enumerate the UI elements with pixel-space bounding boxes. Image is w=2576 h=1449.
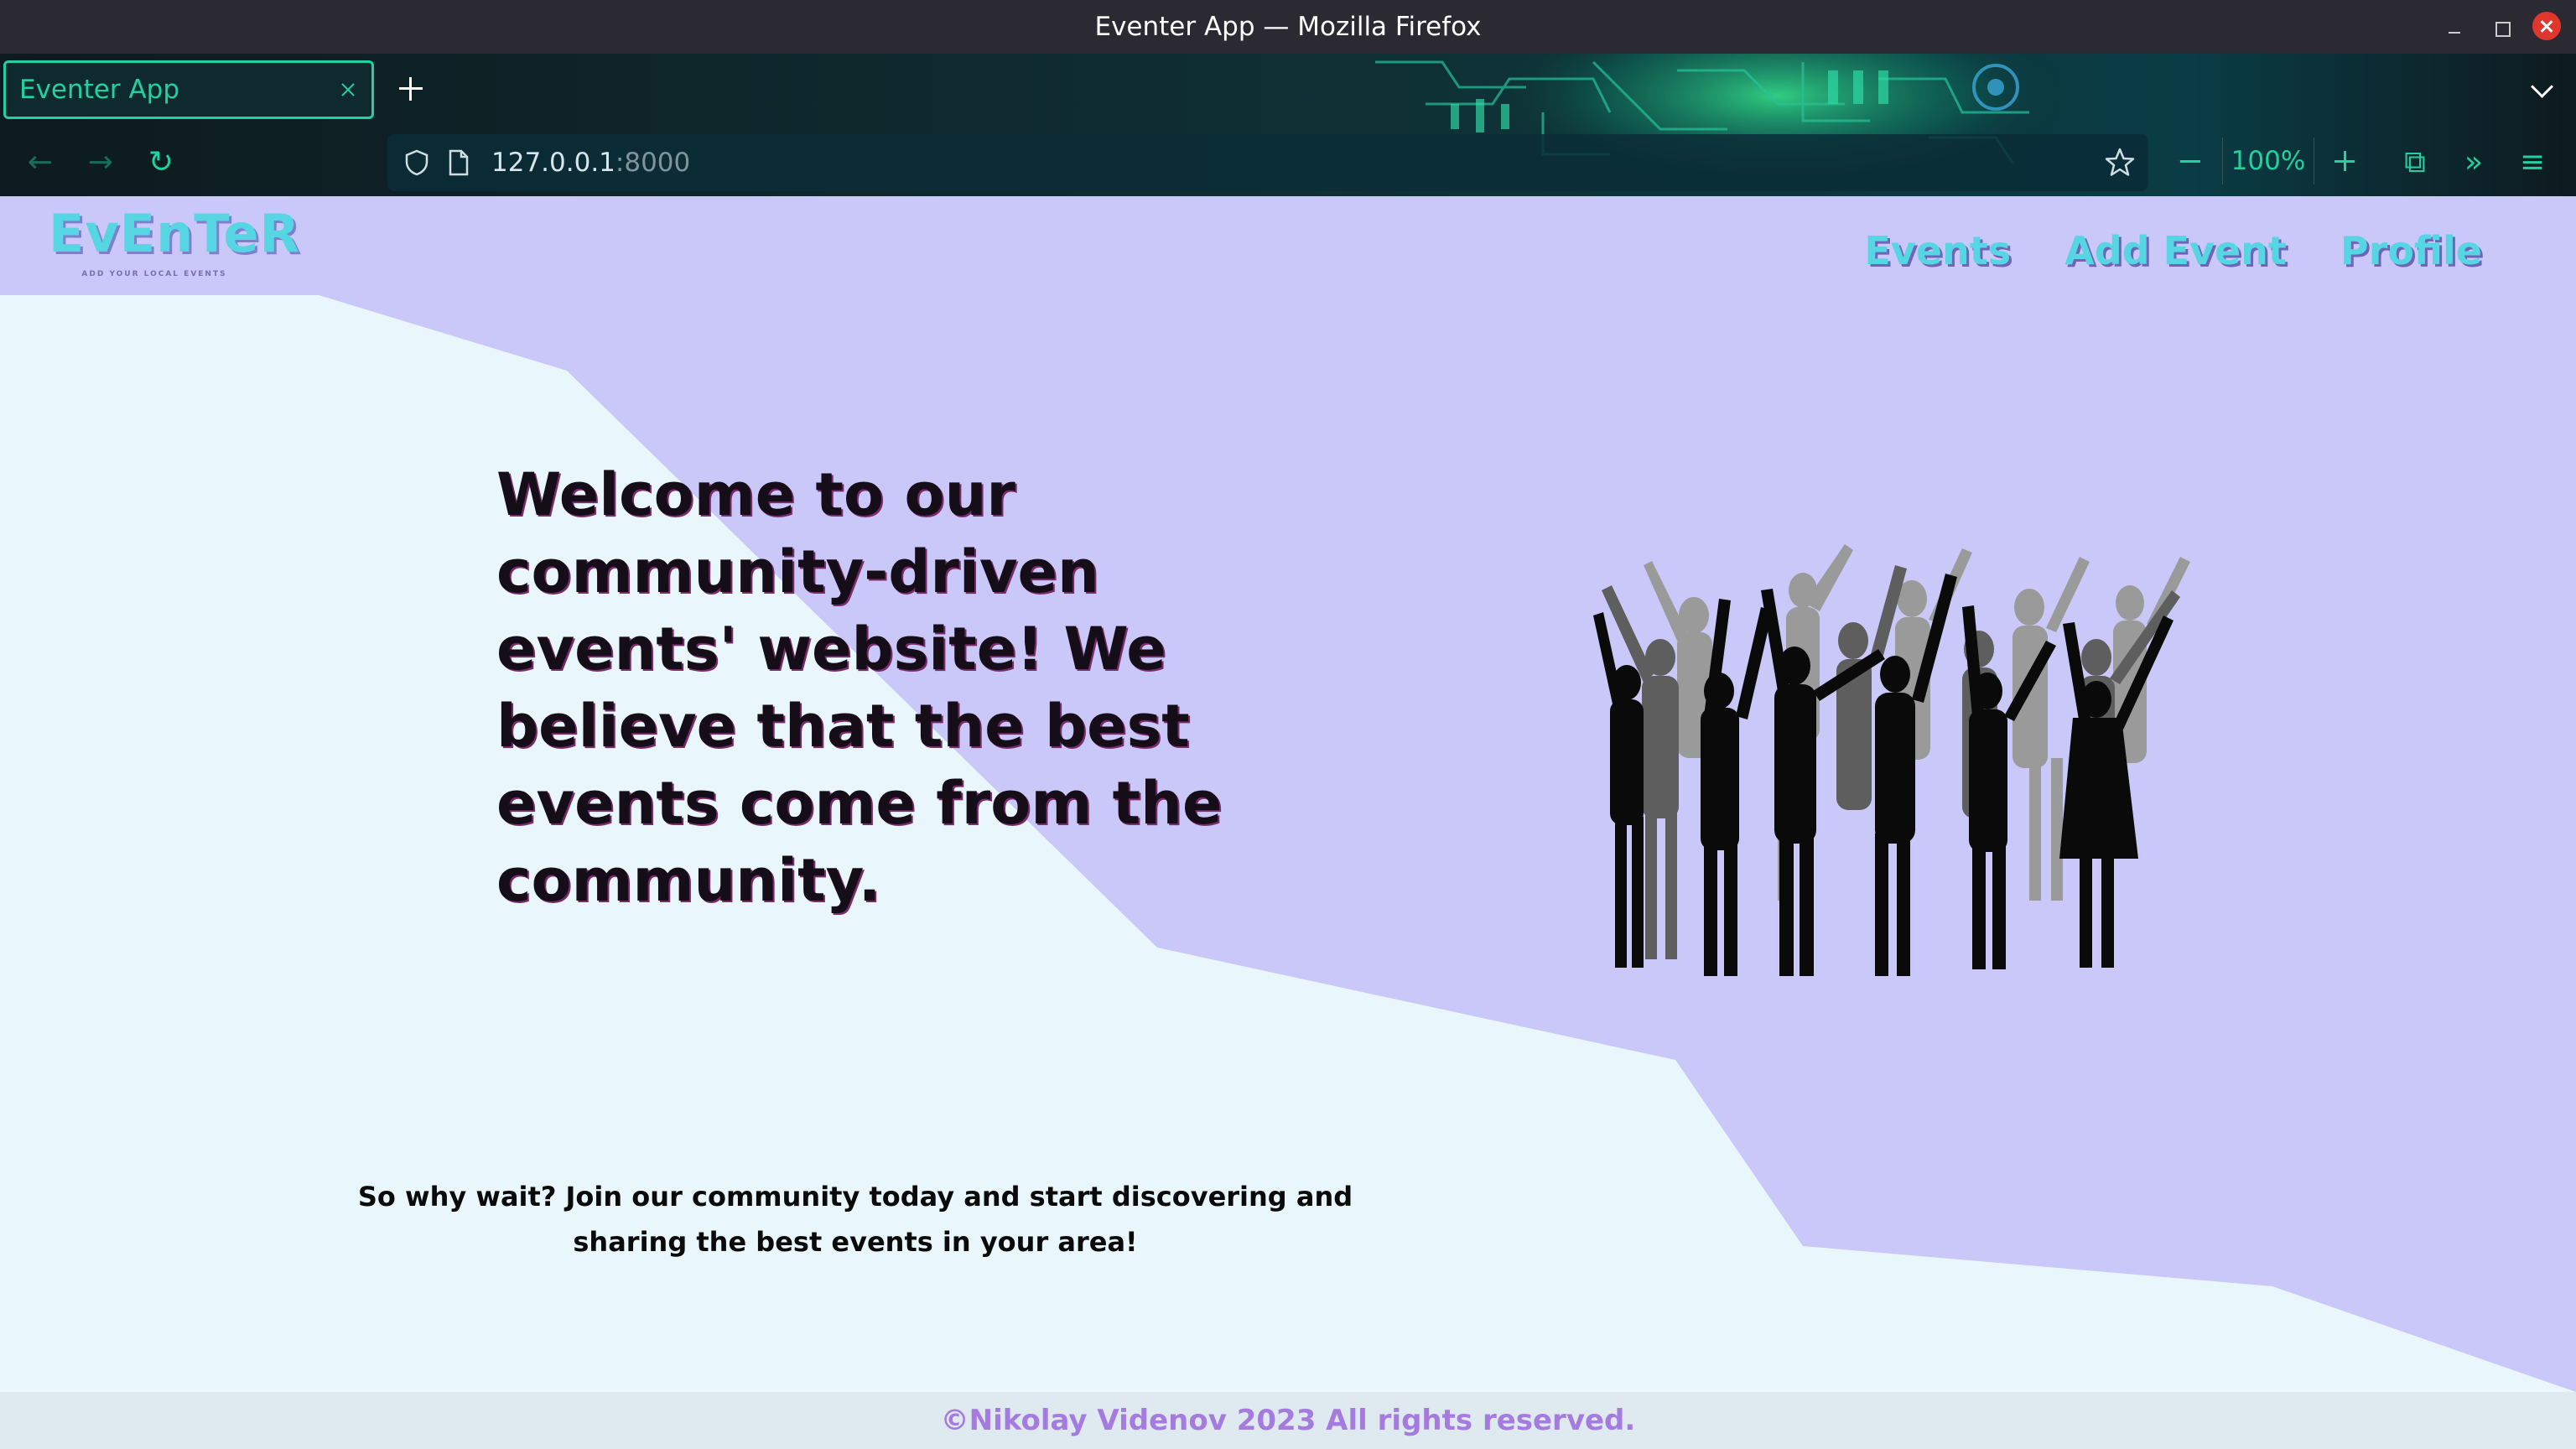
new-tab-icon[interactable] [396,74,426,104]
bookmark-star-icon[interactable] [2103,146,2137,179]
address-bar[interactable]: 127.0.0.1:8000 [387,134,2148,191]
nav-link-add-event[interactable]: Add Event [2064,221,2287,280]
url-host: 127.0.0.1 [491,148,615,178]
footer-copyright: ©Nikolay Videnov 2023 All rights reserve… [940,1404,1636,1437]
extensions-icon[interactable]: ⧉ [2397,144,2433,181]
nav-link-events[interactable]: Events [1864,221,2011,280]
tab-eventer-app[interactable]: Eventer App [3,60,374,119]
zoom-in-icon[interactable] [2328,144,2361,178]
page-footer: ©Nikolay Videnov 2023 All rights reserve… [0,1392,2576,1449]
web-page: EvEnTeR ADD YOUR LOCAL EVENTS Events Add… [0,196,2576,1449]
main-navigation: Events Add Event Profile [1864,221,2482,280]
tab-title: Eventer App [19,75,180,105]
crowd-silhouette-image [1593,544,2190,976]
close-tab-icon[interactable] [335,76,361,103]
site-logo[interactable]: EvEnTeR ADD YOUR LOCAL EVENTS [49,203,301,285]
url-text[interactable]: 127.0.0.1:8000 [491,134,690,191]
window-titlebar: Eventer App — Mozilla Firefox [0,0,2576,54]
tracking-protection-icon[interactable] [404,149,429,176]
zoom-level[interactable]: 100% [2222,138,2314,184]
logo-tagline: ADD YOUR LOCAL EVENTS [81,270,227,278]
reload-icon[interactable]: ↻ [143,144,179,181]
close-window-icon[interactable] [2532,12,2561,40]
maximize-icon[interactable] [2489,15,2514,40]
window-title: Eventer App — Mozilla Firefox [1094,12,1482,42]
logo-text: EvEnTeR [49,203,301,264]
nav-link-profile[interactable]: Profile [2340,221,2482,280]
hamburger-menu-icon[interactable]: ≡ [2514,144,2551,181]
forward-icon[interactable]: → [82,144,119,181]
hero-subheading: So why wait? Join our community today an… [357,1181,1353,1258]
page-info-icon[interactable] [448,149,470,176]
more-tools-icon[interactable]: » [2455,144,2492,181]
back-icon[interactable]: ← [22,144,59,181]
browser-toolbar: Eventer App ← → ↻ 127.0.0.1:8000 100% ⧉ … [0,54,2576,196]
url-port: :8000 [615,148,691,178]
hero-heading: Welcome to our community-driven events' … [496,460,1223,915]
minimize-icon[interactable] [2442,15,2467,40]
list-all-tabs-icon[interactable] [2527,74,2558,104]
zoom-out-icon[interactable] [2174,144,2207,178]
